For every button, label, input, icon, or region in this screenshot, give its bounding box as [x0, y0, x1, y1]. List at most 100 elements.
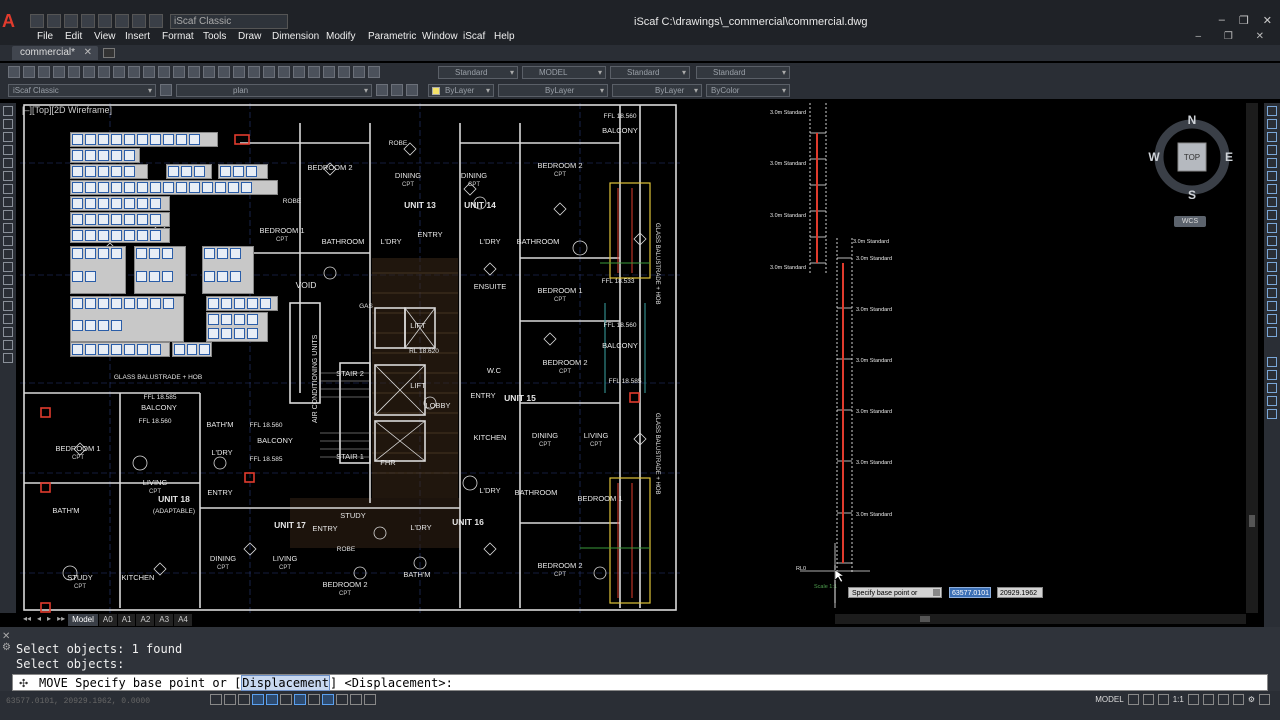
match-icon[interactable] — [158, 66, 170, 78]
tab-a3[interactable]: A3 — [155, 614, 174, 626]
chamfer-icon[interactable] — [1267, 288, 1277, 298]
floating-toolbar-7[interactable] — [70, 196, 170, 211]
new-icon[interactable] — [30, 14, 44, 28]
fillet-icon[interactable] — [1267, 301, 1277, 311]
table-style-dropdown[interactable]: Standard — [610, 66, 690, 79]
mirror-icon[interactable] — [1267, 132, 1277, 142]
zoom-previous-icon[interactable] — [263, 66, 275, 78]
menu-help[interactable]: Help — [494, 31, 515, 42]
menu-edit[interactable]: Edit — [65, 31, 82, 42]
model-space-button[interactable]: MODEL — [1095, 695, 1123, 704]
displacement-option[interactable]: Displacement — [241, 675, 331, 691]
point-icon[interactable] — [3, 275, 13, 285]
floating-toolbar-5[interactable] — [218, 164, 268, 179]
command-line[interactable]: ✣ MOVE Specify base point or [Displaceme… — [12, 674, 1268, 691]
dynamic-y-input[interactable]: 20929.1962 — [997, 587, 1043, 598]
offset-icon[interactable] — [1267, 145, 1277, 155]
viewport-controls-label[interactable]: [–][Top][2D Wireframe] — [22, 105, 112, 115]
hatch-back-icon[interactable] — [1267, 409, 1277, 419]
menu-format[interactable]: Format — [162, 31, 194, 42]
ortho-toggle[interactable] — [238, 694, 250, 705]
polygon-icon[interactable] — [3, 145, 13, 155]
table-icon[interactable] — [3, 327, 13, 337]
cut-icon[interactable] — [113, 66, 125, 78]
trim-icon[interactable] — [1267, 223, 1277, 233]
workspace-switch-icon[interactable] — [1187, 694, 1199, 705]
layout-icon[interactable] — [1127, 694, 1139, 705]
dim-style-dropdown[interactable]: MODEL — [522, 66, 606, 79]
viewcube[interactable]: N S E W TOP — [1148, 113, 1236, 201]
text-front-icon[interactable] — [1267, 396, 1277, 406]
qp-toggle[interactable] — [364, 694, 376, 705]
spline-icon[interactable] — [3, 210, 13, 220]
tab-commercial[interactable]: commercial* ✕ — [12, 46, 98, 60]
floating-toolbar-15[interactable] — [206, 312, 268, 342]
paste-icon[interactable] — [143, 66, 155, 78]
stretch-icon[interactable] — [1267, 210, 1277, 220]
redo-icon[interactable] — [132, 14, 146, 28]
help-icon[interactable] — [368, 66, 380, 78]
compass-south[interactable]: S — [1188, 188, 1196, 201]
menu-draw[interactable]: Draw — [238, 31, 261, 42]
block-editor-icon[interactable] — [173, 66, 185, 78]
floating-toolbar-9[interactable] — [70, 228, 170, 243]
floating-toolbar-14[interactable] — [206, 296, 278, 311]
properties-icon[interactable] — [278, 66, 290, 78]
layout-nav-next[interactable]: ▸ — [44, 614, 54, 626]
menu-tools[interactable]: Tools — [203, 31, 226, 42]
add-selected-icon[interactable] — [3, 353, 13, 363]
mleader-style-dropdown[interactable]: Standard — [696, 66, 790, 79]
explode-icon[interactable] — [1267, 327, 1277, 337]
grid-toggle[interactable] — [224, 694, 236, 705]
ducs-toggle[interactable] — [308, 694, 320, 705]
layout-nav-first[interactable]: ◂◂ — [20, 614, 34, 626]
floating-toolbar-12[interactable] — [202, 246, 254, 294]
lock-icon[interactable] — [1202, 694, 1214, 705]
ellipse-icon[interactable] — [3, 223, 13, 233]
hatch-icon[interactable] — [3, 288, 13, 298]
osnap-toggle[interactable] — [266, 694, 278, 705]
qnew-icon[interactable] — [8, 66, 20, 78]
tab-a1[interactable]: A1 — [117, 614, 136, 626]
menu-file[interactable]: File — [37, 31, 53, 42]
polar-toggle[interactable] — [252, 694, 264, 705]
circle-icon[interactable] — [3, 184, 13, 194]
ellipse-arc-icon[interactable] — [3, 236, 13, 246]
menu-insert[interactable]: Insert — [125, 31, 150, 42]
gradient-icon[interactable] — [3, 301, 13, 311]
join-icon[interactable] — [1267, 275, 1277, 285]
make-current-icon[interactable] — [376, 84, 388, 96]
break-point-icon[interactable] — [1267, 249, 1277, 259]
tpy-toggle[interactable] — [350, 694, 362, 705]
dynamic-options-icon[interactable] — [933, 589, 940, 596]
break-icon[interactable] — [1267, 262, 1277, 272]
rectangle-icon[interactable] — [3, 158, 13, 168]
arc-icon[interactable] — [3, 171, 13, 181]
save-icon[interactable] — [64, 14, 78, 28]
extend-icon[interactable] — [1267, 236, 1277, 246]
floating-toolbar-13[interactable] — [70, 296, 184, 342]
layout-nav-prev[interactable]: ◂ — [34, 614, 44, 626]
menu-window[interactable]: Window — [422, 31, 458, 42]
open-icon[interactable] — [23, 66, 35, 78]
new-tab-button[interactable] — [103, 48, 115, 58]
layer-dropdown[interactable]: plan — [176, 84, 372, 97]
open-icon[interactable] — [47, 14, 61, 28]
customize-icon[interactable]: ⚙ — [1248, 695, 1255, 704]
annotation-icon[interactable] — [1157, 694, 1169, 705]
mdi-controls[interactable]: – ❐ ✕ — [1196, 31, 1274, 42]
workspace-select[interactable]: iScaf Classic — [170, 14, 288, 29]
horizontal-scrollbar[interactable] — [835, 614, 1246, 624]
floating-toolbar-1[interactable] — [70, 132, 218, 147]
workspace-dropdown[interactable]: iScaf Classic — [8, 84, 156, 97]
tab-a0[interactable]: A0 — [98, 614, 117, 626]
tab-close-icon[interactable]: ✕ — [84, 46, 92, 60]
restore-button[interactable]: ❐ — [1239, 14, 1249, 27]
tab-model[interactable]: Model — [68, 614, 98, 626]
workspace-icon[interactable] — [149, 14, 163, 28]
lineweight-dropdown[interactable]: ByLayer — [612, 84, 702, 97]
design-center-icon[interactable] — [293, 66, 305, 78]
pan-icon[interactable] — [218, 66, 230, 78]
markup-icon[interactable] — [338, 66, 350, 78]
floating-toolbar-8[interactable] — [70, 212, 170, 227]
